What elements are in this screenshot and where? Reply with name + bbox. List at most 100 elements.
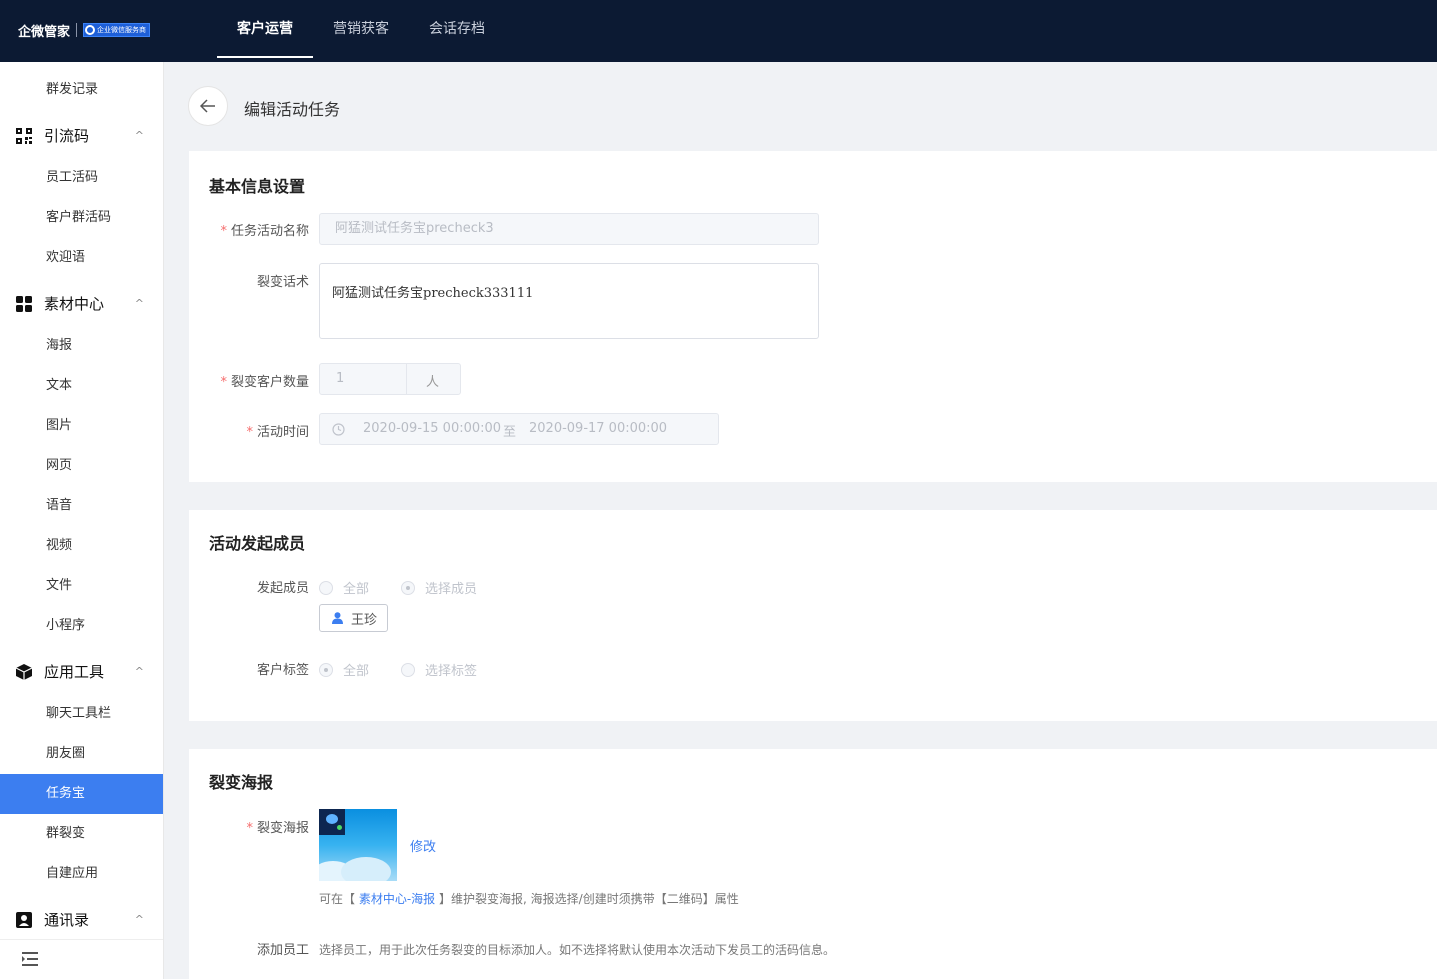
field-label-text: 添加员工 — [256, 943, 309, 958]
radio-select-tag[interactable]: 选择标签 — [401, 660, 477, 679]
field-label-text: 任务活动名称 — [230, 224, 309, 239]
field-label: * 任务活动名称 — [189, 220, 309, 239]
nav-tab-customer-ops[interactable]: 客户运营 — [217, 0, 313, 58]
sidebar-item-label: 小程序 — [46, 618, 86, 633]
fission-script-textarea[interactable]: 阿猛测试任务宝precheck333111 — [319, 263, 819, 339]
sidebar-item-label: 海报 — [46, 338, 73, 353]
basic-info-card: 基本信息设置 * 任务活动名称 阿猛测试任务宝precheck3 裂变话术 阿猛测… — [189, 151, 1437, 482]
brand-name: 企微管家 — [18, 24, 71, 40]
sidebar-item-broadcast-records[interactable]: 群发记录 — [0, 70, 163, 110]
sidebar-item-file[interactable]: 文件 — [0, 566, 163, 606]
sidebar-group-contacts[interactable]: 通讯录 ^ — [0, 900, 163, 940]
poster-avatar — [319, 809, 345, 835]
radio-label: 选择标签 — [425, 664, 478, 679]
sidebar: 群发记录 引流码 ^ 员工活码 客户群活码 欢迎语 素材中心 ^ 海报 文本 图… — [0, 62, 164, 979]
grid-icon — [16, 296, 32, 312]
sidebar-group-lead-codes[interactable]: 引流码 ^ — [0, 116, 163, 156]
hint-text: 】维护裂变海报, 海报选择/创建时须携带【二维码】属性 — [439, 892, 739, 906]
clock-icon — [332, 423, 345, 436]
sidebar-item-staff-codes[interactable]: 员工活码 — [0, 158, 163, 198]
radio-circle — [319, 580, 333, 595]
sidebar-item-image[interactable]: 图片 — [0, 406, 163, 446]
sidebar-item-voice[interactable]: 语音 — [0, 486, 163, 526]
chevron-up-icon: ^ — [134, 913, 144, 926]
chevron-up-icon: ^ — [134, 129, 144, 142]
radio-circle-checked — [401, 580, 415, 595]
poster-hint: 可在【 素材中心-海报 】维护裂变海报, 海报选择/创建时须携带【二维码】属性 — [319, 890, 739, 907]
chevron-up-icon: ^ — [134, 665, 144, 678]
material-center-poster-link[interactable]: 素材中心-海报 — [359, 892, 435, 906]
sidebar-item-label: 群裂变 — [46, 826, 86, 841]
activity-time-range-picker[interactable]: 2020-09-15 00:00:00 至 2020-09-17 00:00:0… — [319, 413, 719, 445]
member-name: 王珍 — [351, 612, 378, 628]
active-tab-underline — [217, 56, 313, 58]
field-label-text: 裂变话术 — [256, 275, 309, 290]
sidebar-item-webpage[interactable]: 网页 — [0, 446, 163, 486]
cube-icon — [16, 664, 32, 680]
back-button[interactable] — [188, 86, 228, 126]
arrow-left-icon — [200, 99, 215, 113]
brand: 企微管家 企业微信服务商 — [18, 21, 151, 40]
radio-member-all[interactable]: 全部 — [319, 578, 369, 597]
sidebar-item-label: 文件 — [46, 578, 73, 593]
sidebar-group-materials[interactable]: 素材中心 ^ — [0, 284, 163, 324]
selected-member-tag[interactable]: 王珍 — [319, 604, 389, 632]
radio-tag-all[interactable]: 全部 — [319, 660, 369, 679]
sidebar-item-label: 群发记录 — [46, 82, 99, 97]
edit-poster-link[interactable]: 修改 — [410, 836, 436, 855]
page-title: 编辑活动任务 — [244, 100, 341, 119]
nav-tab-chat-archive[interactable]: 会话存档 — [416, 0, 498, 58]
field-label: * 活动时间 — [189, 421, 309, 440]
sidebar-item-text[interactable]: 文本 — [0, 366, 163, 406]
sidebar-footer — [0, 939, 163, 979]
range-separator: 至 — [503, 425, 517, 440]
field-label-text: 发起成员 — [256, 581, 309, 596]
sidebar-item-chat-toolbar[interactable]: 聊天工具栏 — [0, 694, 163, 734]
sidebar-group-app-tools[interactable]: 应用工具 ^ — [0, 652, 163, 692]
nav-tab-label: 会话存档 — [429, 21, 485, 37]
add-staff-hint: 选择员工，用于此次任务裂变的目标添加人。如不选择将默认使用本次活动下发员工的活码… — [319, 943, 836, 957]
sidebar-item-label: 客户群活码 — [46, 210, 112, 225]
sidebar-item-welcome[interactable]: 欢迎语 — [0, 238, 163, 278]
field-label: 发起成员 — [189, 577, 309, 596]
sidebar-item-miniprogram[interactable]: 小程序 — [0, 606, 163, 646]
sidebar-item-label: 员工活码 — [46, 170, 99, 185]
sidebar-item-group-codes[interactable]: 客户群活码 — [0, 198, 163, 238]
poster-thumbnail[interactable] — [319, 809, 397, 881]
sidebar-item-video[interactable]: 视频 — [0, 526, 163, 566]
sidebar-item-label: 自建应用 — [46, 866, 99, 881]
field-label: 客户标签 — [189, 659, 309, 678]
brand-separator — [76, 23, 78, 37]
radio-circle — [401, 662, 415, 677]
input-divider — [406, 364, 407, 394]
start-time-value: 2020-09-15 00:00:00 — [363, 421, 502, 436]
field-label: * 裂变客户数量 — [189, 371, 309, 390]
required-mark: * — [246, 425, 253, 440]
required-mark: * — [246, 821, 253, 836]
sidebar-item-task-treasure[interactable]: 任务宝 — [0, 774, 163, 814]
section-title: 基本信息设置 — [209, 177, 306, 196]
nav-tab-marketing[interactable]: 营销获客 — [320, 0, 402, 58]
field-label-text: 客户标签 — [256, 663, 309, 678]
required-mark: * — [220, 224, 227, 239]
sidebar-item-label: 欢迎语 — [46, 250, 86, 265]
sidebar-item-group-fission[interactable]: 群裂变 — [0, 814, 163, 854]
sidebar-item-label: 图片 — [46, 418, 73, 433]
qrcode-icon — [16, 128, 32, 144]
fission-count-input[interactable]: 1 人 — [319, 363, 461, 395]
activity-name-input[interactable]: 阿猛测试任务宝precheck3 — [319, 213, 819, 245]
sidebar-item-label: 朋友圈 — [46, 746, 86, 761]
chevron-up-icon: ^ — [134, 297, 144, 310]
sidebar-item-poster[interactable]: 海报 — [0, 326, 163, 366]
section-title: 活动发起成员 — [209, 534, 306, 553]
fission-count-unit: 人 — [426, 375, 440, 390]
sidebar-group-label: 引流码 — [44, 127, 90, 145]
sidebar-item-moments[interactable]: 朋友圈 — [0, 734, 163, 774]
wecom-logo-icon — [85, 25, 96, 35]
sidebar-item-label: 文本 — [46, 378, 73, 393]
sidebar-item-custom-app[interactable]: 自建应用 — [0, 854, 163, 894]
user-icon — [332, 612, 343, 624]
contacts-icon — [16, 912, 32, 928]
radio-select-member[interactable]: 选择成员 — [401, 578, 477, 597]
collapse-menu-icon[interactable] — [22, 952, 38, 966]
